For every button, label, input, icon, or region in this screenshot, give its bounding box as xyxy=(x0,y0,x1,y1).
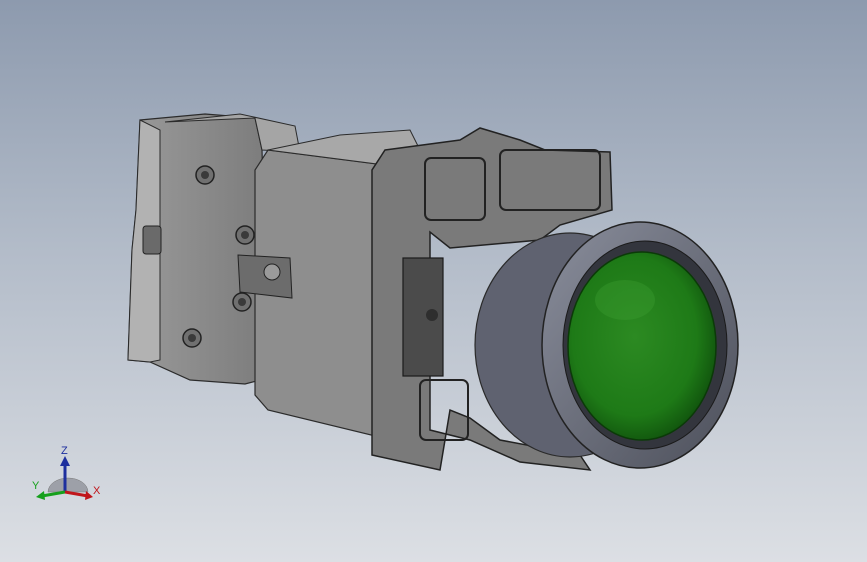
green-button-face[interactable] xyxy=(567,251,717,441)
z-axis-label: Z xyxy=(61,445,68,457)
y-axis xyxy=(41,490,66,498)
x-axis xyxy=(64,490,89,498)
x-arrowhead xyxy=(85,491,93,500)
y-axis-label: Y xyxy=(32,480,40,492)
triad-dome xyxy=(47,477,89,493)
button-head[interactable] xyxy=(474,221,739,469)
x-axis-label: X xyxy=(93,485,101,497)
3d-viewport[interactable]: Z Y X xyxy=(0,0,867,562)
z-arrowhead xyxy=(60,456,70,466)
coordinate-triad: Z Y X xyxy=(32,445,101,500)
push-button-model[interactable] xyxy=(0,0,867,562)
y-arrowhead xyxy=(36,491,45,500)
